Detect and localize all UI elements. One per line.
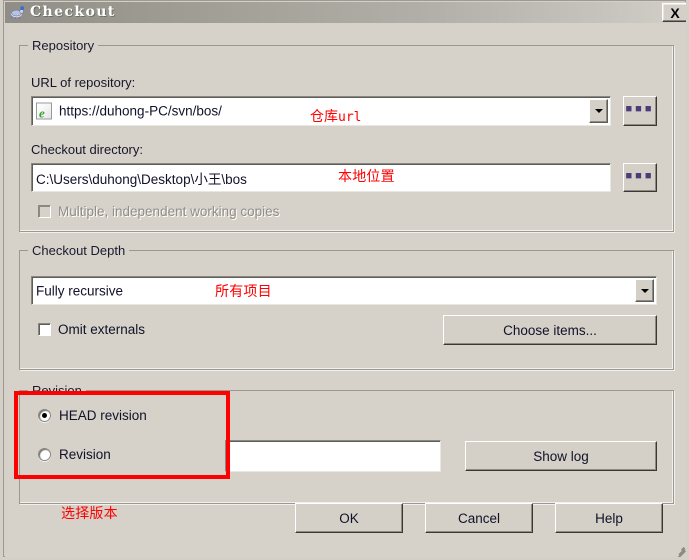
url-of-repository-label: URL of repository: — [31, 75, 136, 90]
repository-url-value: https://duhong-PC/svn/bos/ — [59, 103, 222, 119]
web-document-icon — [36, 102, 52, 120]
choose-items-button[interactable]: Choose items... — [443, 315, 657, 345]
revision-group-legend: Revision — [28, 383, 86, 398]
checkout-depth-group: Checkout Depth — [19, 243, 674, 370]
browse-repository-url-button[interactable]: ■■■ — [623, 96, 657, 126]
title-bar[interactable]: Checkout X — [5, 2, 686, 23]
revision-label: Revision — [59, 447, 111, 462]
checkbox-icon — [38, 323, 51, 336]
annotation-select-version: 选择版本 — [61, 506, 118, 522]
resize-grip[interactable] — [674, 543, 686, 557]
checkout-depth-combobox[interactable]: Fully recursive — [31, 276, 657, 305]
help-button[interactable]: Help — [555, 503, 663, 533]
annotation-all-items: 所有项目 — [215, 284, 272, 300]
ok-button[interactable]: OK — [295, 503, 403, 533]
cancel-button[interactable]: Cancel — [425, 503, 533, 533]
window-title: Checkout — [30, 4, 116, 20]
checkout-directory-value: C:\Users\duhong\Desktop\小王\bos — [36, 171, 247, 187]
checkout-directory-input[interactable]: C:\Users\duhong\Desktop\小王\bos — [31, 163, 611, 192]
head-revision-label: HEAD revision — [59, 408, 147, 423]
omit-externals-checkbox[interactable]: Omit externals — [38, 322, 145, 337]
browse-checkout-directory-button[interactable]: ■■■ — [623, 163, 657, 192]
dialog-client-area: Repository URL of repository: https://du… — [5, 23, 686, 557]
checkout-depth-group-legend: Checkout Depth — [28, 243, 130, 258]
checkout-dialog-window: Checkout X Repository URL of repository:… — [0, 0, 689, 560]
omit-externals-label: Omit externals — [58, 322, 146, 337]
ellipsis-icon: ■■■ — [625, 169, 655, 182]
checkout-depth-value: Fully recursive — [36, 283, 124, 298]
chevron-down-icon[interactable] — [635, 279, 654, 302]
repository-group-legend: Repository — [28, 38, 99, 53]
close-icon[interactable]: X — [662, 3, 686, 22]
multiple-working-copies-label: Multiple, independent working copies — [58, 204, 280, 219]
multiple-working-copies-checkbox: Multiple, independent working copies — [38, 204, 279, 219]
head-revision-radio[interactable]: HEAD revision — [38, 408, 147, 423]
radio-unselected-icon — [38, 448, 51, 461]
annotation-repo-url: 仓库 url — [310, 106, 361, 126]
radio-selected-icon — [38, 409, 51, 422]
annotation-local-path: 本地位置 — [338, 169, 395, 185]
annotation-repo-url-latin: url — [338, 110, 362, 125]
checkout-directory-label: Checkout directory: — [31, 142, 143, 157]
ellipsis-icon: ■■■ — [625, 103, 655, 115]
tortoise-svn-icon — [8, 4, 26, 22]
show-log-button[interactable]: Show log — [465, 441, 657, 471]
chevron-down-icon[interactable] — [589, 99, 608, 123]
revision-radio[interactable]: Revision — [38, 447, 111, 462]
annotation-repo-url-cn: 仓库 — [310, 109, 338, 125]
revision-number-input[interactable] — [225, 440, 441, 472]
checkbox-icon — [38, 205, 51, 218]
